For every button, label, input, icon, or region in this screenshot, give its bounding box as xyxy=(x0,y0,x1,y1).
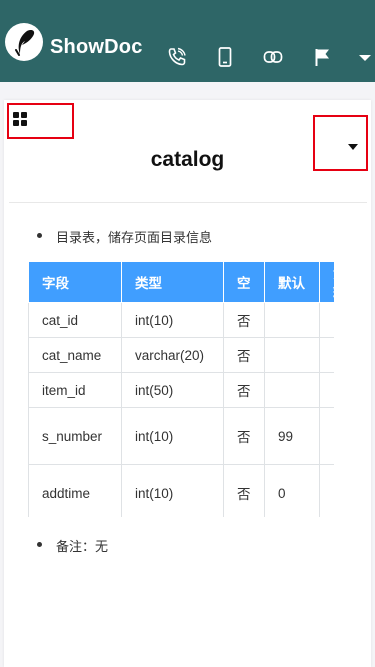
table-cell xyxy=(319,372,334,408)
table-cell: s_number xyxy=(28,407,122,465)
table-cell: int(10) xyxy=(121,464,224,517)
column-header: 类型 xyxy=(121,262,224,303)
table-cell: int(10) xyxy=(121,407,224,465)
table-cell: 99 xyxy=(264,407,320,465)
table-cell xyxy=(319,464,334,517)
table-cell: cat_name xyxy=(28,337,122,373)
table-cell xyxy=(319,302,334,338)
showdoc-logo[interactable] xyxy=(5,23,43,61)
table-row: addtime int(10) 否 0 xyxy=(28,464,334,517)
phone-icon[interactable] xyxy=(166,46,188,68)
table-cell xyxy=(319,337,334,373)
schema-table: 字段 类型 空 默认 注释 cat_id int(10) 否 cat_name … xyxy=(28,262,334,517)
table-row: s_number int(10) 否 99 xyxy=(28,407,334,465)
table-cell: int(50) xyxy=(121,372,224,408)
table-cell: 否 xyxy=(223,337,265,373)
table-row: cat_id int(10) 否 xyxy=(28,302,334,338)
brand-name[interactable]: ShowDoc xyxy=(50,36,143,59)
table-cell: addtime xyxy=(28,464,122,517)
table-cell: 否 xyxy=(223,407,265,465)
catalog-menu-toggle[interactable] xyxy=(7,103,74,139)
description-text: 目录表，储存页面目录信息 xyxy=(56,231,213,246)
column-header: 注释 xyxy=(319,262,334,303)
schema-table-container[interactable]: 字段 类型 空 默认 注释 cat_id int(10) 否 cat_name … xyxy=(28,262,334,517)
mobile-icon[interactable] xyxy=(214,46,236,68)
column-header: 默认 xyxy=(264,262,320,303)
table-cell xyxy=(264,337,320,373)
note-item: 备注：无 xyxy=(36,536,109,555)
link-icon[interactable] xyxy=(262,46,284,68)
column-header: 字段 xyxy=(28,262,122,303)
table-cell xyxy=(264,302,320,338)
flag-icon[interactable] xyxy=(312,46,334,68)
table-cell: item_id xyxy=(28,372,122,408)
column-header: 空 xyxy=(223,262,265,303)
page-title: catalog xyxy=(150,148,225,171)
table-cell: 否 xyxy=(223,372,265,408)
table-cell: 否 xyxy=(223,302,265,338)
top-navbar: ShowDoc xyxy=(0,0,375,82)
table-row: cat_name varchar(20) 否 xyxy=(28,337,334,373)
table-row: item_id int(50) 否 xyxy=(28,372,334,408)
table-cell: cat_id xyxy=(28,302,122,338)
table-cell: 0 xyxy=(264,464,320,517)
table-cell: int(10) xyxy=(121,302,224,338)
grid-menu-icon xyxy=(13,112,28,127)
note-text: 备注：无 xyxy=(56,540,109,555)
table-cell xyxy=(264,372,320,408)
table-cell: 否 xyxy=(223,464,265,517)
title-divider xyxy=(9,202,367,203)
description-item: 目录表，储存页面目录信息 xyxy=(36,227,213,246)
caret-down-icon[interactable] xyxy=(357,46,375,68)
table-header-row: 字段 类型 空 默认 注释 xyxy=(28,262,334,303)
table-cell: varchar(20) xyxy=(121,337,224,373)
table-cell xyxy=(319,407,334,465)
